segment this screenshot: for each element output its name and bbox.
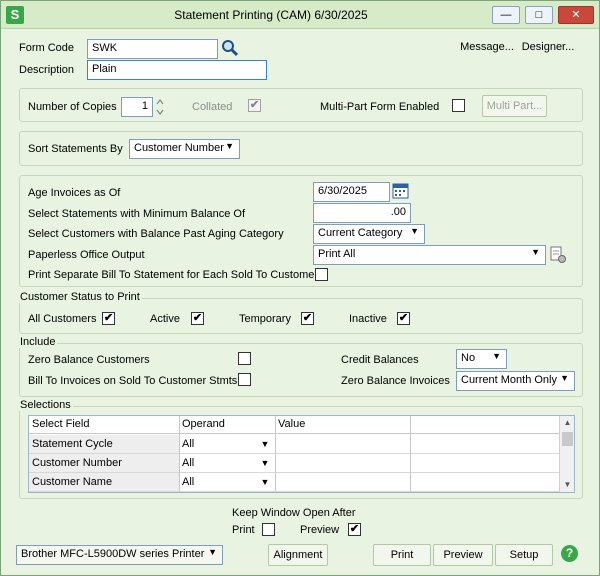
alignment-button[interactable]: Alignment <box>268 544 328 566</box>
sort-select-value: Customer Number <box>134 142 224 154</box>
designer-button[interactable]: Designer... <box>518 36 578 58</box>
selection-row-value[interactable] <box>275 454 560 473</box>
selection-row-field[interactable]: Customer Number <box>29 454 179 473</box>
scroll-down-icon[interactable]: ▼ <box>560 478 575 492</box>
active-checkbox[interactable]: ✔ <box>191 312 204 325</box>
temporary-label: Temporary <box>239 313 291 325</box>
print-button[interactable]: Print <box>373 544 431 566</box>
description-input[interactable]: Plain <box>87 60 267 80</box>
all-customers-checkbox[interactable]: ✔ <box>102 312 115 325</box>
column-divider <box>275 416 276 492</box>
form-code-input[interactable]: SWK <box>87 39 218 59</box>
sort-label: Sort Statements By <box>28 143 123 155</box>
lookup-search-icon[interactable] <box>221 39 238 57</box>
title-bar: S Statement Printing (CAM) 6/30/2025 — □… <box>1 1 599 29</box>
past-aging-select[interactable]: Current Category ▼ <box>313 224 425 244</box>
age-invoices-input[interactable]: 6/30/2025 <box>313 182 390 202</box>
credit-balances-select-value: No <box>461 352 476 364</box>
include-title: Include <box>18 336 58 348</box>
separate-bill-label: Print Separate Bill To Statement for Eac… <box>28 269 319 281</box>
message-button[interactable]: Message... <box>458 36 516 58</box>
chevron-down-icon[interactable]: ▼ <box>258 436 272 453</box>
description-label: Description <box>19 64 75 76</box>
temporary-checkbox[interactable]: ✔ <box>301 312 314 325</box>
chevron-down-icon: ▼ <box>531 247 540 257</box>
inactive-checkbox[interactable]: ✔ <box>397 312 410 325</box>
paperless-select-value: Print All <box>318 248 356 260</box>
selection-row-value[interactable] <box>275 473 560 492</box>
chevron-down-icon[interactable]: ▼ <box>258 474 272 491</box>
chevron-down-icon: ▼ <box>225 141 234 151</box>
past-aging-label: Select Customers with Balance Past Aging… <box>28 228 284 240</box>
preview-button[interactable]: Preview <box>433 544 493 566</box>
zero-invoices-select[interactable]: Current Month Only ▼ <box>456 371 575 391</box>
printer-select[interactable]: Brother MFC-L5900DW series Printer ▼ <box>16 545 223 565</box>
active-label: Active <box>150 313 180 325</box>
collated-checkbox[interactable]: ✔ <box>248 99 261 112</box>
selections-scrollbar[interactable]: ▲ ▼ <box>559 416 574 492</box>
scroll-thumb[interactable] <box>562 432 573 446</box>
column-header-select-field: Select Field <box>29 416 179 434</box>
zero-invoices-select-value: Current Month Only <box>461 374 557 386</box>
chevron-down-icon: ▼ <box>208 547 217 557</box>
chevron-down-icon: ▼ <box>492 351 501 361</box>
keep-open-label: Keep Window Open After <box>232 507 356 519</box>
calendar-icon[interactable] <box>392 182 409 199</box>
printer-select-value: Brother MFC-L5900DW series Printer <box>21 548 205 560</box>
keep-open-print-label: Print <box>232 524 255 536</box>
selection-row-field[interactable]: Customer Name <box>29 473 179 492</box>
bill-to-checkbox[interactable] <box>238 373 251 386</box>
selection-row-field[interactable]: Statement Cycle <box>29 435 179 454</box>
statement-printing-window: S Statement Printing (CAM) 6/30/2025 — □… <box>0 0 600 576</box>
help-icon[interactable]: ? <box>561 545 578 562</box>
min-balance-label: Select Statements with Minimum Balance O… <box>28 208 246 220</box>
selection-row-value[interactable] <box>275 435 560 454</box>
form-code-label: Form Code <box>19 42 75 54</box>
paperless-label: Paperless Office Output <box>28 249 145 261</box>
chevron-down-icon[interactable]: ▼ <box>258 455 272 472</box>
credit-balances-label: Credit Balances <box>341 354 419 366</box>
zero-balance-checkbox[interactable] <box>238 352 251 365</box>
paperless-settings-icon[interactable] <box>549 246 567 264</box>
keep-open-print-checkbox[interactable] <box>262 523 275 536</box>
selections-grid: Select Field Operand Value Statement Cyc… <box>28 415 575 493</box>
copies-input[interactable]: 1 <box>121 97 153 117</box>
selections-title: Selections <box>18 399 73 411</box>
zero-balance-label: Zero Balance Customers <box>28 354 150 366</box>
separate-bill-checkbox[interactable] <box>315 268 328 281</box>
close-button[interactable]: ✕ <box>558 6 594 24</box>
paperless-select[interactable]: Print All ▼ <box>313 245 546 265</box>
copies-label: Number of Copies <box>28 101 117 113</box>
collated-label: Collated <box>192 101 233 113</box>
scroll-up-icon[interactable]: ▲ <box>560 416 575 430</box>
multipart-checkbox[interactable] <box>452 99 465 112</box>
chevron-down-icon: ▼ <box>560 373 569 383</box>
all-customers-label: All Customers <box>28 313 97 325</box>
multipart-label: Multi-Part Form Enabled <box>320 101 440 113</box>
column-divider <box>410 416 411 492</box>
customer-status-title: Customer Status to Print <box>18 291 142 303</box>
sort-select[interactable]: Customer Number ▼ <box>129 139 240 159</box>
minimize-button[interactable]: — <box>492 6 520 24</box>
keep-open-preview-label: Preview <box>300 524 340 536</box>
maximize-button[interactable]: □ <box>525 6 553 24</box>
setup-button[interactable]: Setup <box>495 544 553 566</box>
min-balance-input[interactable]: .00 <box>313 203 411 223</box>
age-invoices-label: Age Invoices as Of <box>28 187 121 199</box>
past-aging-select-value: Current Category <box>318 227 403 239</box>
keep-open-preview-checkbox[interactable]: ✔ <box>348 523 361 536</box>
multipart-button[interactable]: Multi Part... <box>482 95 547 117</box>
copies-spinner-icon[interactable] <box>155 97 165 117</box>
window-title: Statement Printing (CAM) 6/30/2025 <box>174 8 368 22</box>
credit-balances-select[interactable]: No ▼ <box>456 349 507 369</box>
column-divider <box>179 416 180 492</box>
column-header-value: Value <box>275 416 560 434</box>
inactive-label: Inactive <box>349 313 387 325</box>
column-header-operand: Operand <box>179 416 275 434</box>
zero-invoices-label: Zero Balance Invoices <box>341 375 450 387</box>
chevron-down-icon: ▼ <box>410 226 419 236</box>
bill-to-label: Bill To Invoices on Sold To Customer Stm… <box>28 375 238 387</box>
